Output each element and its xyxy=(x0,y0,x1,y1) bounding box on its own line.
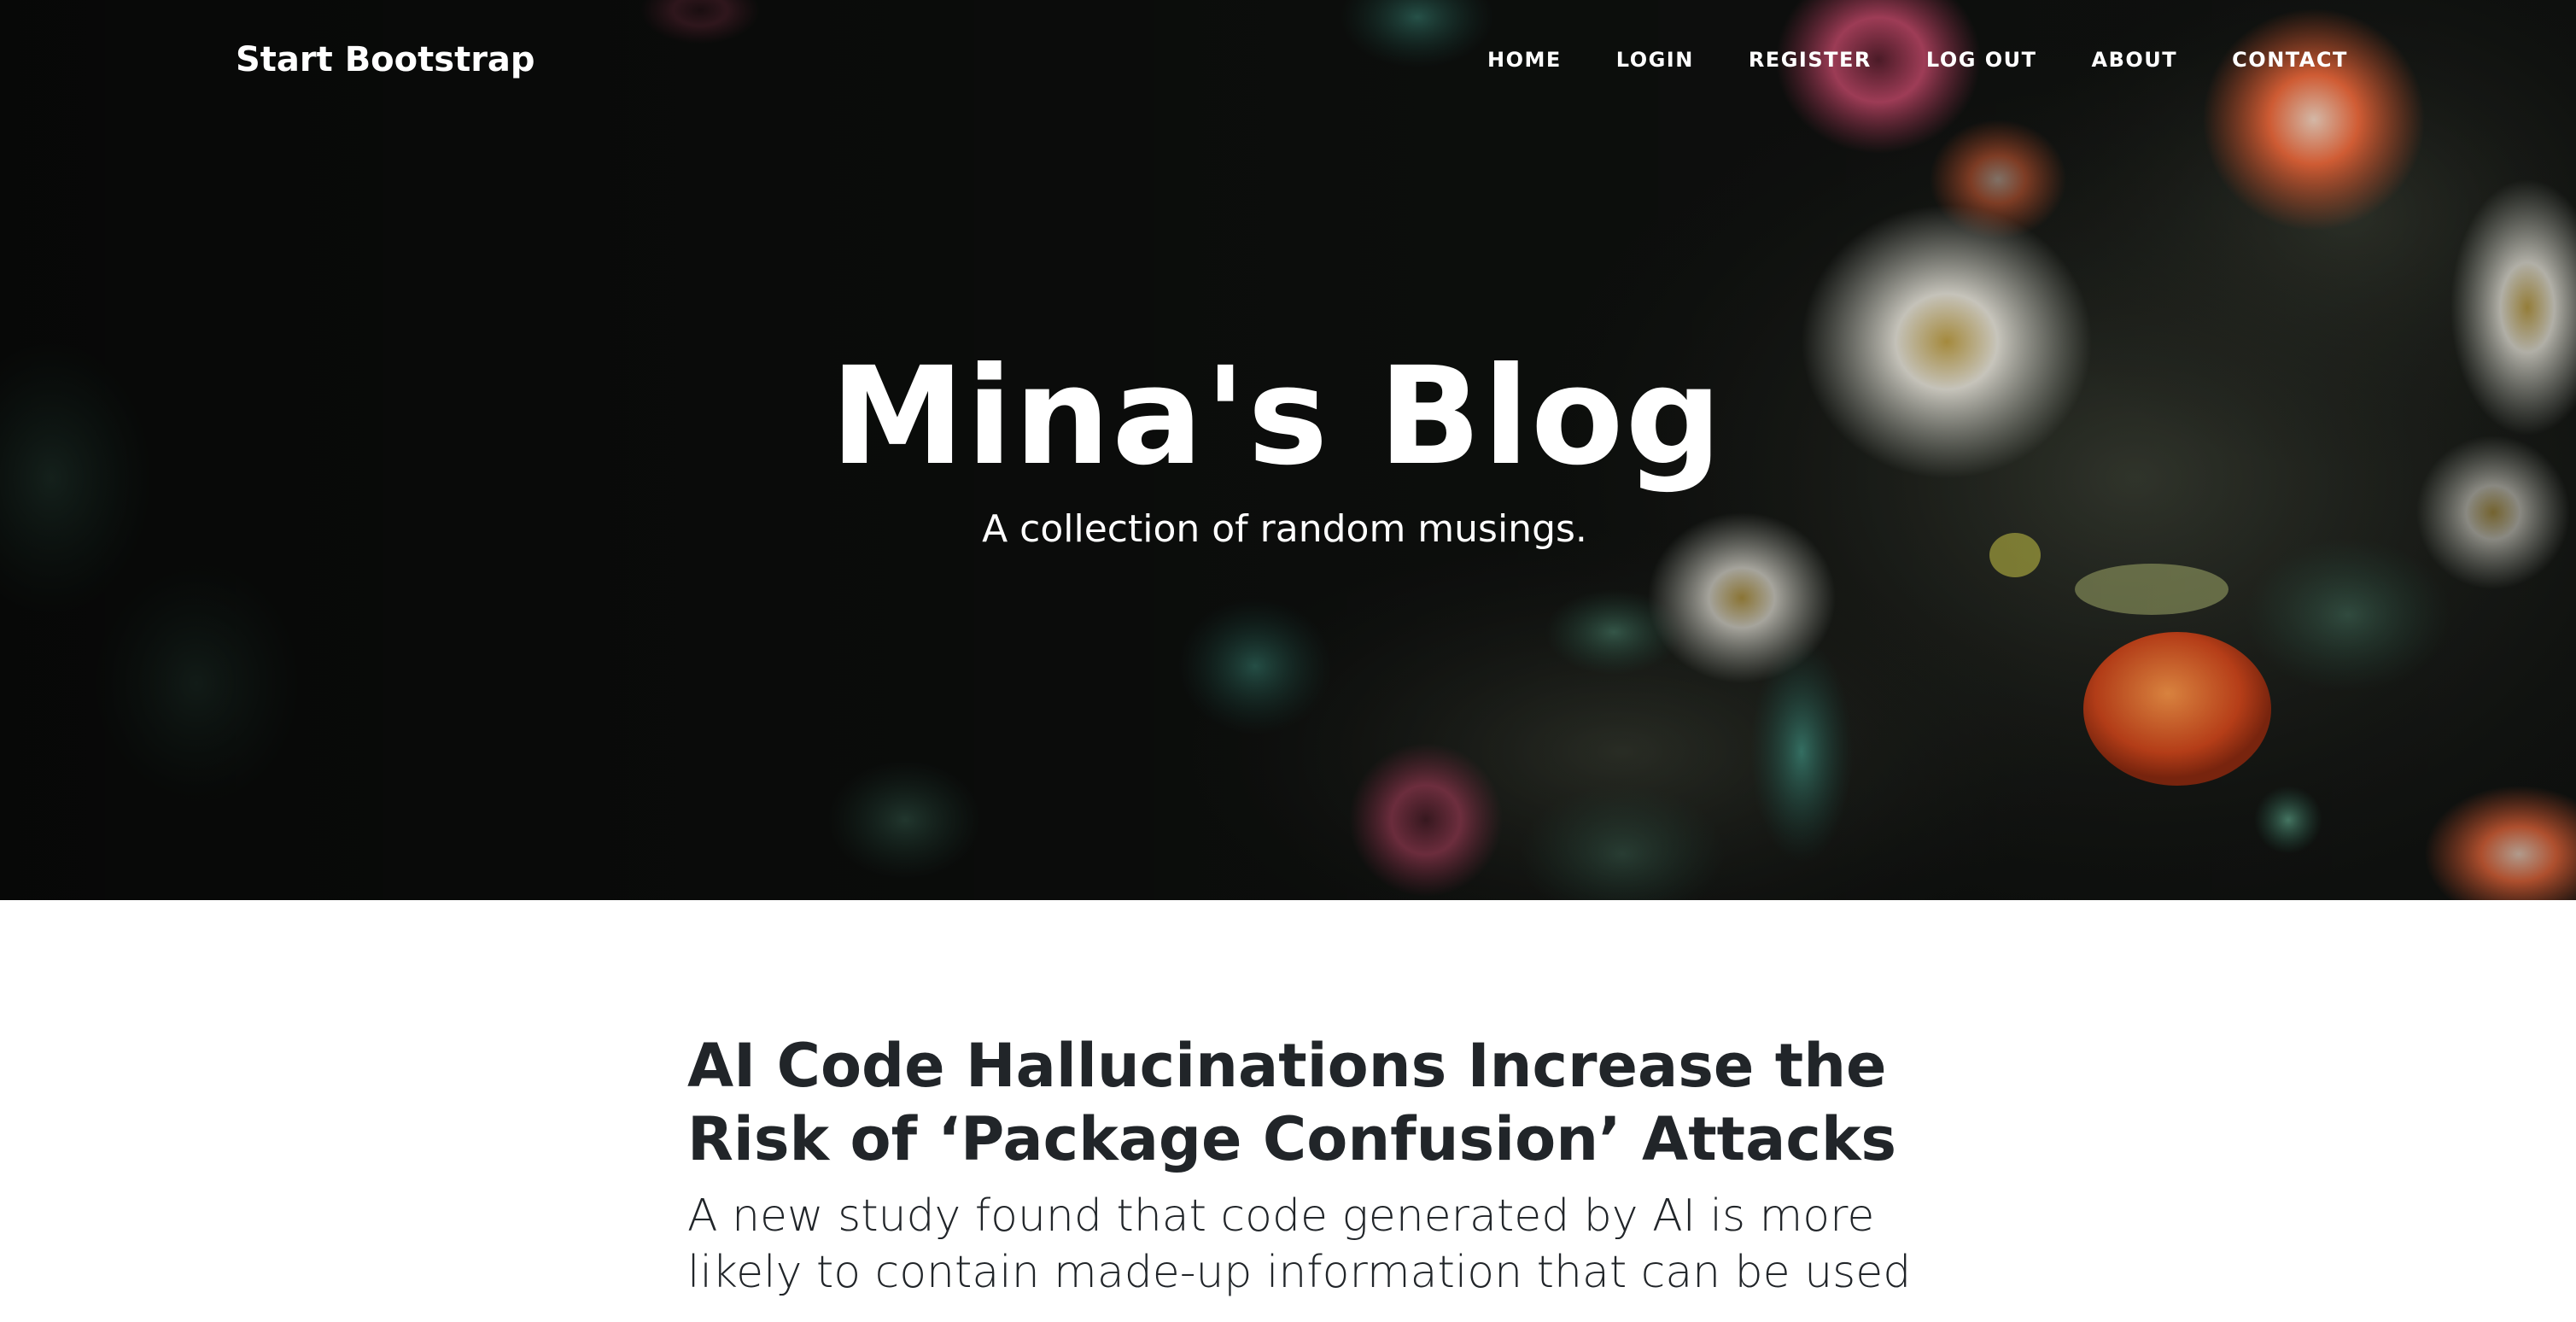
nav-links: HOME LOGIN REGISTER LOG OUT ABOUT CONTAC… xyxy=(1487,44,2348,75)
post-title[interactable]: AI Code Hallucinations Increase the Risk… xyxy=(687,1029,1900,1176)
nav-link-home[interactable]: HOME xyxy=(1487,48,1562,72)
nav-link-login[interactable]: LOGIN xyxy=(1616,48,1694,72)
nav-item-register: REGISTER xyxy=(1749,44,1872,75)
blog-title: Mina's Blog xyxy=(830,338,1724,495)
nav-link-about[interactable]: ABOUT xyxy=(2092,48,2178,72)
brand-link[interactable]: Start Bootstrap xyxy=(236,38,535,82)
post-subtitle[interactable]: A new study found that code generated by… xyxy=(687,1188,1917,1301)
nav-link-logout[interactable]: LOG OUT xyxy=(1926,48,2037,72)
nav-link-register[interactable]: REGISTER xyxy=(1749,48,1872,72)
nav-item-logout: LOG OUT xyxy=(1926,44,2037,75)
post-list: AI Code Hallucinations Increase the Risk… xyxy=(687,1029,1911,1301)
blog-subtitle: A collection of random musings. xyxy=(982,507,1587,551)
nav-item-login: LOGIN xyxy=(1616,44,1694,75)
post-preview[interactable]: AI Code Hallucinations Increase the Risk… xyxy=(687,1029,1911,1301)
nav-item-home: HOME xyxy=(1487,44,1562,75)
nav-item-contact: CONTACT xyxy=(2232,44,2348,75)
masthead-header: Start Bootstrap HOME LOGIN REGISTER LOG … xyxy=(0,0,2576,900)
nav-link-contact[interactable]: CONTACT xyxy=(2232,48,2348,72)
site-heading: Mina's Blog A collection of random musin… xyxy=(0,331,2576,555)
nav-item-about: ABOUT xyxy=(2092,44,2178,75)
main-navbar: Start Bootstrap HOME LOGIN REGISTER LOG … xyxy=(0,0,2576,120)
